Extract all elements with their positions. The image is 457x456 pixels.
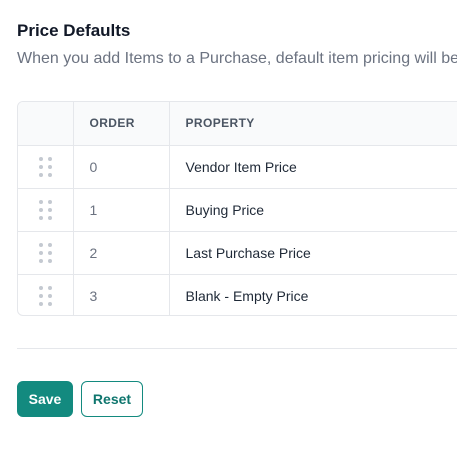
order-cell: 1 [73,188,170,232]
drag-handle-icon[interactable] [39,242,52,263]
order-cell: 0 [73,145,170,189]
section-description: When you add Items to a Purchase, defaul… [17,50,457,67]
section-divider [17,348,457,349]
row-handle-cell[interactable] [18,274,74,315]
property-cell: Buying Price [169,188,457,232]
reset-button[interactable]: Reset [81,381,143,417]
property-cell: Last Purchase Price [169,231,457,275]
property-column-header: PROPERTY [169,102,457,146]
section-title: Price Defaults [17,21,131,40]
row-handle-cell[interactable] [18,188,74,232]
save-button[interactable]: Save [17,381,73,417]
property-cell: Vendor Item Price [169,145,457,189]
property-cell: Blank - Empty Price [185,287,309,304]
order-cell: 3 [73,274,170,315]
order-cell: 2 [73,231,170,275]
table-row[interactable]: 1 Buying Price [18,188,457,232]
table-row[interactable]: 2 Last Purchase Price [18,231,457,275]
handle-column-header [18,102,74,146]
drag-handle-icon[interactable] [39,156,52,177]
row-handle-cell[interactable] [18,231,74,275]
row-handle-cell[interactable] [18,145,74,189]
price-defaults-table: ORDER PROPERTY 0 Vendor Item Price 1 Buy… [17,101,457,316]
table-row[interactable]: 3 Blank - Empty Price [18,274,457,315]
table-header-row: ORDER PROPERTY [18,102,457,146]
drag-handle-icon[interactable] [39,285,52,306]
order-column-header: ORDER [73,102,170,146]
drag-handle-icon[interactable] [39,199,52,220]
table-row[interactable]: 0 Vendor Item Price [18,145,457,189]
price-defaults-page: Price Defaults When you add Items to a P… [0,0,457,456]
